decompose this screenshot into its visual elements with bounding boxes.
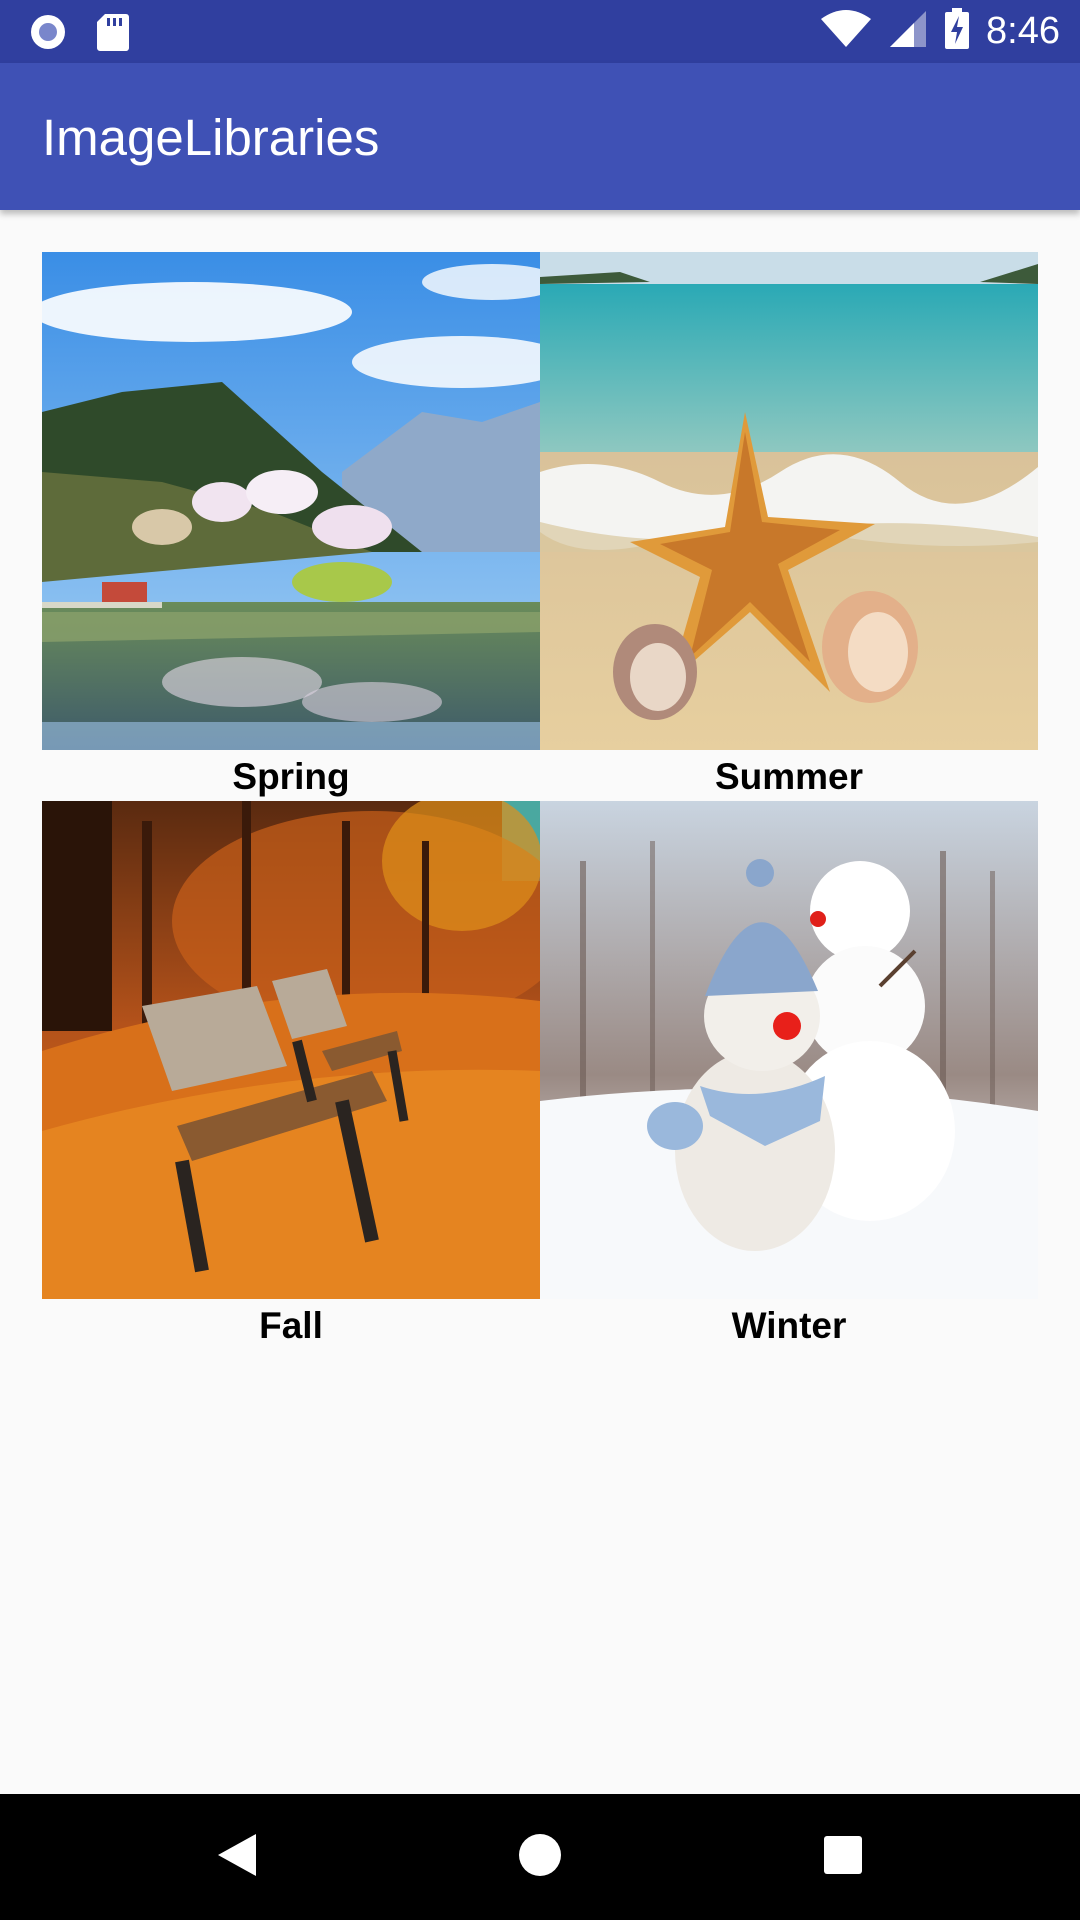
status-right-icons: 8:46 <box>820 0 1060 63</box>
status-time: 8:46 <box>986 10 1060 52</box>
home-button[interactable] <box>477 1794 603 1920</box>
app-bar: ImageLibraries <box>0 63 1080 210</box>
grid-item-spring[interactable]: Spring <box>42 252 540 801</box>
caption-summer: Summer <box>714 756 864 797</box>
winter-image <box>540 801 1038 1299</box>
home-icon <box>518 1833 562 1882</box>
wifi-icon <box>820 9 872 54</box>
back-icon <box>216 1832 258 1883</box>
status-bar: 8:46 <box>0 0 1080 63</box>
grid-item-fall[interactable]: Fall <box>42 801 540 1350</box>
navigation-bar <box>0 1794 1080 1920</box>
fall-image <box>42 801 540 1299</box>
grid-item-summer[interactable]: Summer <box>540 252 1038 801</box>
summer-image <box>540 252 1038 750</box>
caption-spring: Spring <box>232 756 350 797</box>
back-button[interactable] <box>174 1794 300 1920</box>
recents-icon <box>823 1835 863 1880</box>
caption-winter: Winter <box>731 1305 847 1346</box>
battery-charging-icon <box>944 8 970 55</box>
status-left-icons <box>28 12 130 57</box>
recents-button[interactable] <box>780 1794 906 1920</box>
signal-icon <box>888 9 928 54</box>
sd-card-icon <box>96 12 130 57</box>
spring-image <box>42 252 540 750</box>
record-icon <box>28 12 68 57</box>
app-title: ImageLibraries <box>42 109 380 166</box>
grid-item-winter[interactable]: Winter <box>540 801 1038 1350</box>
image-grid: Spring Summer Fall Winter <box>42 252 1038 1350</box>
caption-fall: Fall <box>259 1305 323 1346</box>
